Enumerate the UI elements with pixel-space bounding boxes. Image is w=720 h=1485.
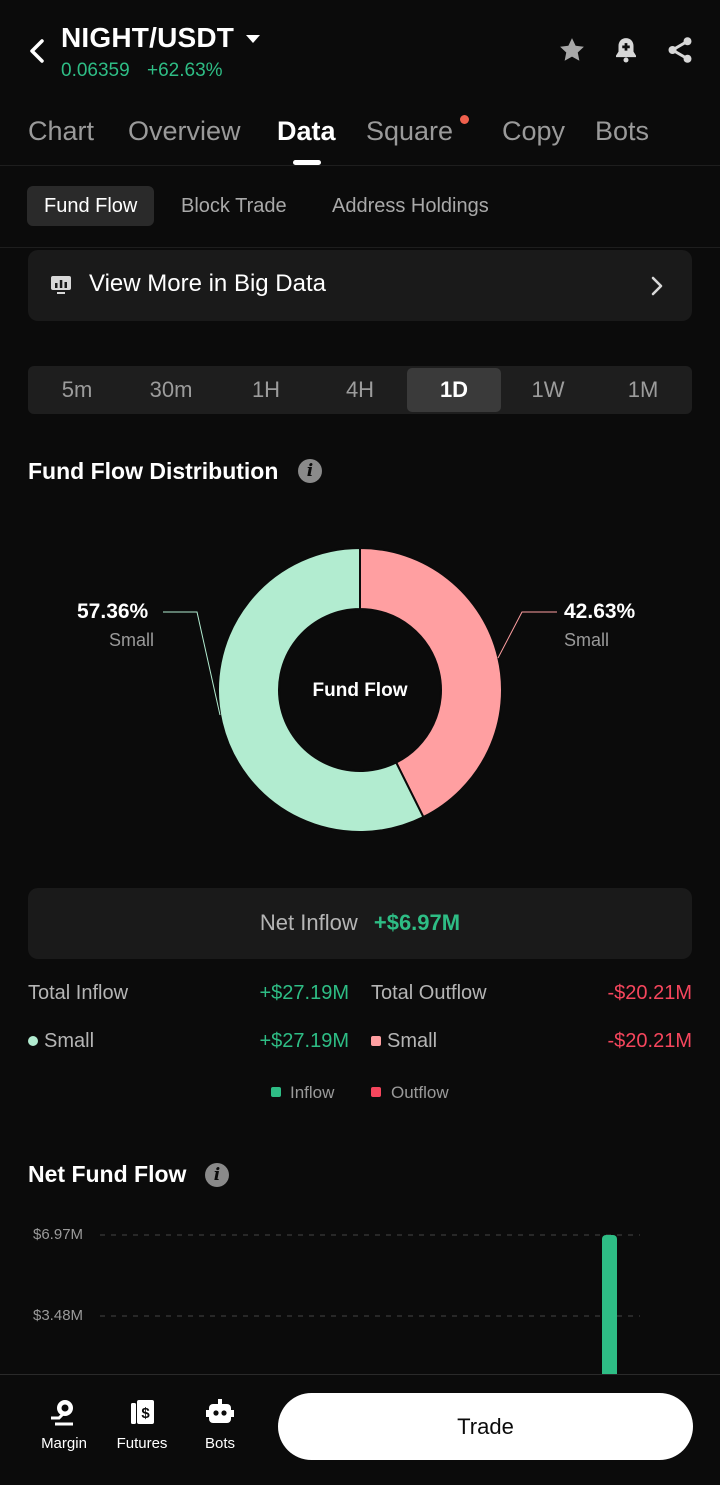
chevron-right-icon (650, 276, 664, 301)
tab-bots[interactable]: Bots (595, 116, 649, 147)
share-icon[interactable] (662, 32, 698, 68)
total-inflow-value: +$27.19M (259, 982, 349, 1004)
subtabs-divider (0, 247, 720, 248)
left-leader-line (163, 611, 221, 716)
range-4h[interactable]: 4H (313, 368, 407, 412)
donut-center-label: Fund Flow (312, 680, 408, 701)
nav-margin-label: Margin (41, 1435, 87, 1452)
legend-inflow-label: Inflow (290, 1083, 335, 1102)
subtab-fund-flow[interactable]: Fund Flow (27, 186, 155, 226)
info-icon[interactable]: i (298, 459, 322, 483)
small-outflow-label: Small (387, 1030, 438, 1052)
tabs-divider (0, 165, 720, 166)
subtab-block-trade[interactable]: Block Trade (164, 186, 304, 226)
price-alert-bell-icon[interactable] (608, 32, 644, 68)
range-1w[interactable]: 1W (501, 368, 595, 412)
trade-button[interactable]: Trade (278, 1393, 693, 1460)
small-outflow-marker (371, 1036, 381, 1046)
range-30m[interactable]: 30m (124, 368, 218, 412)
small-inflow-value: +$27.19M (259, 1030, 349, 1052)
total-outflow-label: Total Outflow (371, 982, 487, 1004)
left-percentage: 57.36% (77, 600, 149, 623)
nav-futures[interactable]: $ Futures (105, 1398, 179, 1452)
chevron-left-icon (30, 39, 44, 63)
tab-overview[interactable]: Overview (128, 116, 241, 147)
distribution-title: Fund Flow Distribution (28, 458, 279, 484)
last-price: 0.06359 (61, 60, 130, 81)
futures-icon: $ (131, 1400, 154, 1424)
nav-bots[interactable]: Bots (183, 1398, 257, 1452)
total-inflow-label: Total Inflow (28, 982, 129, 1004)
nav-bots-label: Bots (204, 1435, 235, 1452)
pair-title[interactable]: NIGHT/USDT (61, 22, 234, 54)
small-outflow-value: -$20.21M (607, 1030, 693, 1052)
net-fund-flow-title: Net Fund Flow (28, 1161, 187, 1187)
bots-icon (206, 1399, 234, 1423)
net-inflow-label: Net Inflow (259, 910, 358, 935)
right-percentage: 42.63% (564, 600, 636, 623)
range-1d[interactable]: 1D (407, 368, 501, 412)
square-notification-dot (460, 115, 469, 124)
net-fund-flow-bar-chart (100, 1234, 640, 1380)
tab-square[interactable]: Square (366, 116, 453, 147)
right-percentage-label: Small (564, 630, 610, 650)
pair-dropdown-caret-icon[interactable] (245, 32, 261, 50)
legend-inflow-swatch (271, 1087, 281, 1097)
range-1h[interactable]: 1H (219, 368, 313, 412)
tab-chart[interactable]: Chart (28, 116, 94, 147)
nav-futures-label: Futures (116, 1435, 168, 1452)
total-outflow-value: -$20.21M (607, 982, 693, 1004)
right-leader-line (497, 611, 557, 659)
net-inflow-value: +$6.97M (373, 910, 461, 935)
small-inflow-marker (28, 1036, 38, 1046)
favorite-star-icon[interactable] (554, 32, 590, 68)
left-percentage-label: Small (109, 630, 155, 650)
tab-data[interactable]: Data (277, 116, 336, 147)
nav-margin[interactable]: Margin (27, 1398, 101, 1452)
range-1m[interactable]: 1M (596, 368, 690, 412)
range-5m[interactable]: 5m (30, 368, 124, 412)
legend-outflow-label: Outflow (391, 1083, 449, 1102)
legend-outflow-swatch (371, 1087, 381, 1097)
net-fund-flow-info-icon[interactable]: i (205, 1163, 229, 1187)
small-inflow-label: Small (44, 1030, 95, 1052)
margin-icon (51, 1400, 73, 1426)
back-button[interactable] (22, 34, 52, 68)
net-flow-bar (602, 1235, 617, 1380)
price-change: +62.63% (147, 60, 223, 81)
subtab-address-holdings[interactable]: Address Holdings (315, 186, 506, 226)
big-data-icon (50, 275, 72, 300)
svg-text:$: $ (141, 1405, 150, 1422)
big-data-label: View More in Big Data (89, 270, 326, 297)
tab-copy[interactable]: Copy (502, 116, 565, 147)
